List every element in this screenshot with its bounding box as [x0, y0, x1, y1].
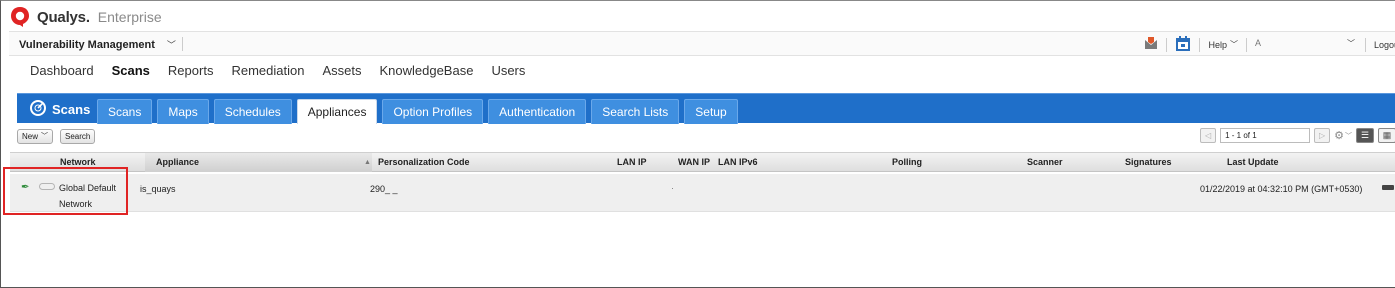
user-name: A: [1254, 37, 1261, 48]
tab-option-profiles[interactable]: Option Profiles: [382, 99, 484, 124]
brand-edition: Enterprise: [97, 9, 162, 25]
nav-scans[interactable]: Scans: [112, 63, 150, 78]
app-window: Qualys. Enterprise Vulnerability Managem…: [0, 0, 1395, 288]
brand-name: Qualys.: [37, 8, 90, 26]
col-signatures[interactable]: Signatures: [1125, 157, 1172, 167]
table-header: Network Appliance ▲ Personalization Code…: [10, 152, 1395, 172]
grid-view-icon[interactable]: ▦: [1378, 128, 1395, 143]
appliance-device-icon: [1382, 185, 1394, 190]
module-label: Vulnerability Management: [19, 38, 155, 51]
appliance-cell[interactable]: is_quays: [140, 184, 176, 194]
next-page-icon[interactable]: ▷: [1314, 128, 1331, 143]
scans-home[interactable]: Scans: [29, 99, 90, 120]
col-scanner[interactable]: Scanner: [1027, 157, 1063, 167]
user-menu[interactable]: A ﹀: [1255, 38, 1357, 52]
chevron-down-icon: ﹀: [1229, 40, 1238, 49]
pager: ◁ 1 - 1 of 1 ▷ ⚙ ﹀ ☰ ▦: [1200, 128, 1395, 143]
search-button-label: Search: [65, 132, 91, 141]
tab-list: Scans Maps Schedules Appliances Option P…: [97, 99, 738, 124]
tab-maps[interactable]: Maps: [157, 99, 209, 124]
qualys-logo-icon: [9, 6, 31, 28]
brand: Qualys. Enterprise: [9, 4, 162, 30]
nav-users[interactable]: Users: [491, 63, 525, 78]
col-polling[interactable]: Polling: [892, 157, 922, 167]
prev-page-icon[interactable]: ◁: [1200, 128, 1217, 143]
nav-dashboard[interactable]: Dashboard: [30, 63, 94, 78]
col-wan-ip[interactable]: WAN IP: [678, 157, 710, 167]
help-label: Help: [1208, 39, 1227, 50]
col-last-update[interactable]: Last Update: [1227, 157, 1279, 167]
col-personalization-code[interactable]: Personalization Code: [378, 157, 470, 167]
nav-knowledgebase[interactable]: KnowledgeBase: [379, 63, 473, 78]
col-network[interactable]: Network: [60, 157, 96, 167]
main-nav: Dashboard Scans Reports Remediation Asse…: [30, 63, 543, 78]
nav-assets[interactable]: Assets: [322, 63, 361, 78]
scans-home-label: Scans: [52, 102, 91, 117]
scans-radar-icon: [29, 99, 47, 120]
help-menu[interactable]: Help ﹀: [1208, 39, 1238, 50]
page-range: 1 - 1 of 1: [1220, 128, 1311, 143]
alert-flag-icon[interactable]: [1144, 36, 1158, 53]
tab-appliances[interactable]: Appliances: [296, 99, 378, 124]
list-view-icon[interactable]: ☰: [1356, 128, 1374, 143]
nav-remediation[interactable]: Remediation: [231, 63, 304, 78]
col-lan-ipv6[interactable]: LAN IPv6: [718, 157, 758, 167]
last-update-cell: 01/22/2019 at 04:32:10 PM (GMT+0530): [1200, 184, 1363, 194]
table-row[interactable]: ✒ Global Default Network is_quays 290_ _…: [10, 174, 1395, 212]
divider: [1245, 37, 1247, 52]
tab-search-lists[interactable]: Search Lists: [591, 99, 680, 124]
divider: [1166, 37, 1168, 52]
tab-setup[interactable]: Setup: [684, 99, 738, 124]
tab-scans[interactable]: Scans: [97, 99, 153, 124]
new-button-label: New: [22, 132, 39, 141]
wan-ip-cell: ·: [671, 183, 674, 193]
toolbar: New ﹀ Search ◁ 1 - 1 of 1 ▷ ⚙ ﹀ ☰ ▦: [17, 128, 1395, 145]
scans-tab-bar: Scans Scans Maps Schedules Appliances Op…: [17, 93, 1395, 124]
col-lan-ip[interactable]: LAN IP: [617, 157, 647, 167]
tab-schedules[interactable]: Schedules: [213, 99, 292, 124]
module-selector[interactable]: Vulnerability Management ﹀: [19, 38, 176, 51]
search-button[interactable]: Search: [60, 129, 96, 144]
personalization-code-cell: 290_ _: [370, 184, 398, 194]
col-appliance[interactable]: Appliance: [156, 157, 199, 167]
tab-authentication[interactable]: Authentication: [488, 99, 587, 124]
sort-asc-icon: ▲: [364, 159, 371, 166]
gear-icon[interactable]: ⚙ ﹀: [1334, 129, 1352, 142]
calendar-icon[interactable]: [1175, 35, 1191, 54]
chevron-down-icon: ﹀: [166, 40, 176, 50]
chevron-down-icon: ﹀: [41, 133, 49, 140]
divider: [1199, 37, 1201, 52]
nav-reports[interactable]: Reports: [168, 63, 214, 78]
new-button[interactable]: New ﹀: [17, 129, 54, 144]
top-right-tools: Help ﹀ A ﹀ Logou: [1144, 35, 1395, 54]
divider: [1364, 37, 1366, 52]
module-bar: Vulnerability Management ﹀ Help ﹀ A ﹀ Lo…: [9, 31, 1395, 56]
logout-link[interactable]: Logou: [1374, 40, 1395, 50]
chevron-down-icon: ﹀: [1346, 38, 1355, 48]
divider: [182, 37, 183, 51]
highlight-box: [3, 167, 128, 215]
